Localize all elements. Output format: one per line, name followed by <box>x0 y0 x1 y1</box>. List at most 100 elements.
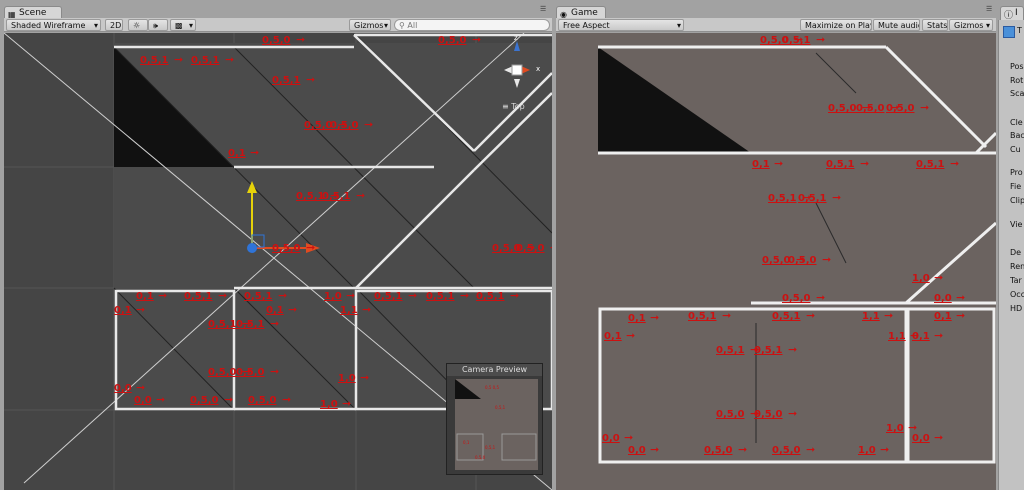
game-arrow-icon: ➞ <box>788 343 798 356</box>
game-arrow-icon: ➞ <box>816 33 826 46</box>
game-coordinate-label: 0,1 <box>934 311 952 322</box>
game-coordinate-label: 0,0 <box>628 445 646 456</box>
scene-coordinate-label: 0,5,1 <box>374 291 403 302</box>
game-coordinate-label: 1,1 <box>888 331 906 342</box>
scene-arrow-icon: ➞ <box>362 303 372 316</box>
inspector-field-label: Ren <box>1010 262 1024 271</box>
effects-dropdown-icon[interactable]: ▩ <box>170 19 196 31</box>
inspector-field-label: Pro <box>1010 168 1023 177</box>
camera-preview-image: 0,5 0,5 0,5,1 0,1 0,5,1 0,5,0 <box>455 379 538 470</box>
scene-arrow-icon: ➞ <box>306 73 316 86</box>
orientation-label: ≡ Top <box>502 102 525 111</box>
scene-panel-menu-icon[interactable]: ☰ <box>540 5 549 15</box>
game-arrow-icon: ➞ <box>950 157 960 170</box>
stats-toggle[interactable]: Stats <box>922 19 948 31</box>
inspector-field-label: Fie <box>1010 182 1022 191</box>
camera-preview: Camera Preview 0,5 0,5 0,5,1 0,1 0,5,1 0,5,0 <box>446 363 543 475</box>
scene-coordinate-label: 0,0 <box>114 383 132 394</box>
game-coordinate-label: 0,5,0 <box>716 409 745 420</box>
audio-toggle-icon[interactable]: 🕪 <box>148 19 168 31</box>
game-toolbar: Free Aspect Maximize on Play Mute audio … <box>556 18 996 32</box>
scene-arrow-icon: ➞ <box>342 397 352 410</box>
inspector-field-label: Clip <box>1010 196 1024 205</box>
game-panel-menu-icon[interactable]: ☰ <box>986 5 995 15</box>
game-coordinate-label: 0,5,0 <box>782 293 811 304</box>
game-arrow-icon: ➞ <box>626 329 636 342</box>
scene-coordinate-label: 0,5,0 <box>208 367 237 378</box>
inspector-field-label: Occ <box>1010 290 1024 299</box>
game-coordinate-label: 0,5,1 <box>798 193 827 204</box>
game-coordinate-label: 1,0 <box>886 423 904 434</box>
game-coordinate-label: 0,5,0 <box>828 103 857 114</box>
gameobject-cube-icon <box>1003 26 1015 38</box>
scene-arrow-icon: ➞ <box>225 53 235 66</box>
game-coordinate-label: 0,0 <box>934 293 952 304</box>
game-coordinate-label: 0,5,1 <box>688 311 717 322</box>
scene-coordinate-label: 0,5,0 <box>516 243 545 254</box>
inspector-field-label: Bac <box>1010 131 1024 140</box>
game-arrow-icon: ➞ <box>722 309 732 322</box>
mute-audio-toggle[interactable]: Mute audio <box>873 19 920 31</box>
gizmos-dropdown[interactable]: Gizmos <box>349 19 391 31</box>
scene-coordinate-label: 1,0 <box>320 399 338 410</box>
svg-text:0,5,0: 0,5,0 <box>475 455 486 460</box>
game-arrow-icon: ➞ <box>822 253 832 266</box>
2d-toggle[interactable]: 2D <box>105 19 123 31</box>
game-coordinate-label: 1,0 <box>858 445 876 456</box>
scene-coordinate-label: 0,5,1 <box>296 191 325 202</box>
scene-coordinate-label: 1,0 <box>338 373 356 384</box>
game-coordinate-label: 0,5,1 <box>716 345 745 356</box>
game-coordinate-label: 0,5,1 <box>768 193 797 204</box>
inspector-field-label: Rot <box>1010 76 1024 85</box>
game-arrow-icon: ➞ <box>806 443 816 456</box>
scene-arrow-icon: ➞ <box>460 289 470 302</box>
scene-coordinate-label: 0,5,0 <box>330 120 359 131</box>
scene-coordinate-label: 0,5,1 <box>322 191 351 202</box>
game-coordinate-label: 0,1 <box>912 331 930 342</box>
game-coordinate-label: 1,1 <box>862 311 880 322</box>
game-arrow-icon: ➞ <box>788 407 798 420</box>
scene-coordinate-label: 1,0 <box>324 291 342 302</box>
game-coordinate-label: 0,5,0 <box>856 103 885 114</box>
game-coordinate-label: 0,0 <box>602 433 620 444</box>
scene-coordinate-label: 0,5,0 <box>236 367 265 378</box>
scene-arrow-icon: ➞ <box>306 241 316 254</box>
scene-arrow-icon: ➞ <box>282 393 292 406</box>
inspector-field-label: De <box>1010 248 1022 257</box>
scene-search-input[interactable]: ⚲ All <box>394 19 550 31</box>
game-coordinate-label: 0,1 <box>752 159 770 170</box>
scene-coordinate-label: 0,5,1 <box>208 319 237 330</box>
svg-text:0,5 0,5: 0,5 0,5 <box>485 385 499 390</box>
svg-text:0,5,1: 0,5,1 <box>485 445 496 450</box>
tab-inspector[interactable]: ⓘ I <box>1000 6 1024 21</box>
game-gizmos-dropdown[interactable]: Gizmos <box>949 19 993 31</box>
scene-arrow-icon: ➞ <box>472 33 482 46</box>
game-coordinate-label: 0,0 <box>912 433 930 444</box>
game-coordinate-label: 1,0 <box>912 273 930 284</box>
aspect-dropdown[interactable]: Free Aspect <box>558 19 684 31</box>
scene-coordinate-label: 0,5,1 <box>236 319 265 330</box>
scene-coordinate-label: 0,5,1 <box>426 291 455 302</box>
game-coordinate-label: 0,5,0 <box>754 409 783 420</box>
scene-coordinate-label: 0,5,0 <box>262 35 291 46</box>
game-arrow-icon: ➞ <box>884 309 894 322</box>
scene-coordinate-label: 0,5,0 <box>190 395 219 406</box>
scene-arrow-icon: ➞ <box>288 303 298 316</box>
game-arrow-icon: ➞ <box>774 157 784 170</box>
game-coordinate-label: 0,5,0 <box>704 445 733 456</box>
maximize-on-play-toggle[interactable]: Maximize on Play <box>800 19 872 31</box>
scene-arrow-icon: ➞ <box>270 317 280 330</box>
game-arrow-icon: ➞ <box>860 157 870 170</box>
inspector-field-label: Tar <box>1010 276 1022 285</box>
game-arrow-icon: ➞ <box>956 291 966 304</box>
scene-coordinate-label: 0,5,1 <box>184 291 213 302</box>
scene-orientation-gizmo[interactable]: z x <box>492 34 544 95</box>
scene-viewport[interactable]: z x ≡ Top 0,5,0 ➞ 0,5,0 ➞ 0,5,1 ➞ 0,5,1 ➞ 0,5,1 ➞… <box>4 33 552 490</box>
scene-arrow-icon: ➞ <box>174 53 184 66</box>
game-arrow-icon: ➞ <box>832 191 842 204</box>
scene-arrow-icon: ➞ <box>218 289 228 302</box>
game-viewport[interactable]: 0,5,0 ➞ 0,5,1 ➞ 0,5,0 ➞ 0,5,0 ➞ 0,5,0 ➞ 0,1 ➞ 0,5,1 ➞… <box>556 33 996 490</box>
shading-mode-dropdown[interactable]: Shaded Wireframe <box>6 19 101 31</box>
inspector-field-label: Pos <box>1010 62 1024 71</box>
lighting-toggle-icon[interactable]: ☼ <box>128 19 148 31</box>
